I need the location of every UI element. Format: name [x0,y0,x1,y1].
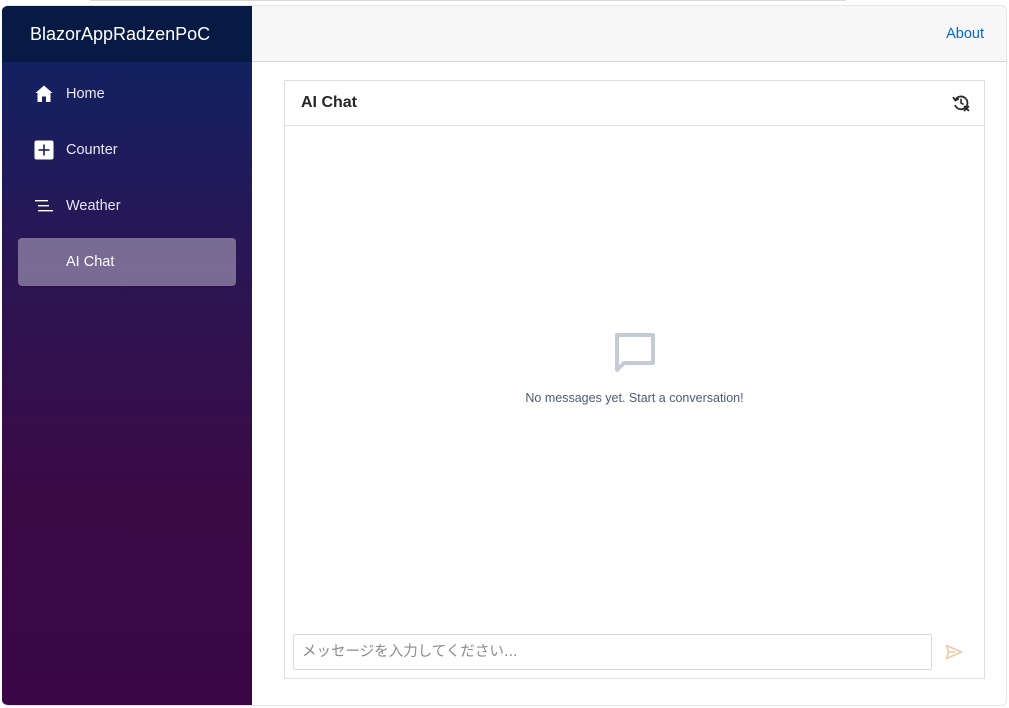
message-composer [293,634,976,670]
sidebar-item-label: AI Chat [66,254,115,270]
message-input[interactable] [293,634,932,670]
main-area: About AI Chat No messages yet. Start a c… [252,6,1006,705]
sidebar-item-home[interactable]: Home [18,70,236,118]
app-title: BlazorAppRadzenPoC [30,23,211,44]
app-brand[interactable]: BlazorAppRadzenPoC [2,6,252,62]
blank-icon [34,252,54,272]
sidebar-item-label: Home [66,86,105,102]
sidebar-nav: Home Counter Weather AI Chat [2,62,252,286]
send-icon [945,644,963,660]
send-button[interactable] [932,634,976,670]
chat-bubble-icon [614,333,655,372]
list-icon [34,196,54,216]
sidebar-item-weather[interactable]: Weather [18,182,236,230]
history-clear-icon [952,95,970,112]
top-bar: About [252,6,1006,62]
chat-header: AI Chat [285,81,984,126]
plus-square-icon [34,140,54,160]
window-top-edge [90,0,846,1]
app-window: BlazorAppRadzenPoC Home Counter Weather … [2,5,1007,706]
chat-title: AI Chat [301,94,357,111]
sidebar-item-counter[interactable]: Counter [18,126,236,174]
sidebar-item-label: Counter [66,142,118,158]
home-icon [34,84,54,104]
empty-state-text: No messages yet. Start a conversation! [525,391,744,405]
about-link[interactable]: About [946,26,984,42]
sidebar: BlazorAppRadzenPoC Home Counter Weather … [2,6,252,705]
chat-panel: AI Chat No messages yet. Start a convers… [284,80,985,679]
sidebar-item-label: Weather [66,198,121,214]
sidebar-item-ai-chat[interactable]: AI Chat [18,238,236,286]
clear-history-button[interactable] [950,92,972,114]
empty-state: No messages yet. Start a conversation! [285,331,984,405]
